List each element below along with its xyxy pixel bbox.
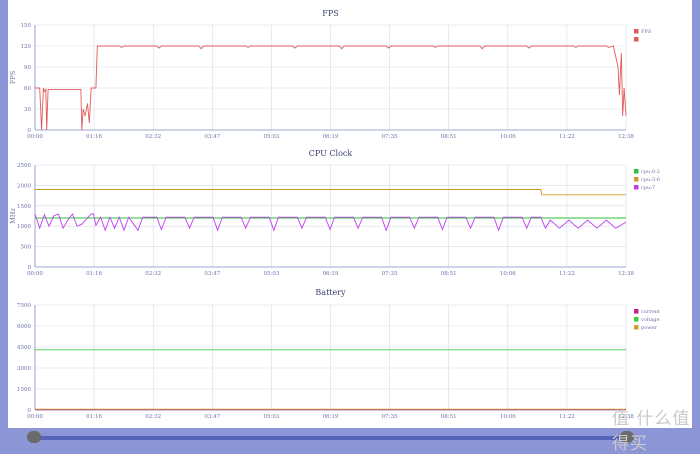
- chart0-ytick-label: 150: [21, 23, 32, 29]
- chart1-xtick-label: 00:00: [27, 271, 43, 277]
- chart0-ytick-label: 120: [21, 44, 32, 50]
- chart2-xtick-label: 05:03: [263, 414, 279, 420]
- chart2-ytick-label: 6000: [17, 324, 31, 330]
- chart2-xtick-label: 06:19: [323, 414, 339, 420]
- chart0-ylabel: FPS: [9, 71, 17, 84]
- chart1-legend-label-0: cpu:0-2: [641, 169, 660, 175]
- chart-panel: FPS 0 30 60 90 120 150 00:00 01:16 02:32 03:47 05:0…: [8, 0, 692, 428]
- chart2-title: Battery: [315, 288, 346, 297]
- chart0-xtick-label: 01:16: [86, 134, 102, 140]
- chart1-xtick-label: 01:16: [86, 271, 102, 277]
- chart0-xtick-label: 05:03: [263, 134, 279, 140]
- charts-svg: FPS030609012015000:00 01:16 02:32 03:47 05:0…: [9, 9, 660, 420]
- chart2-ytick-label: 4500: [17, 345, 31, 351]
- chart1-legend-swatch-0: [634, 169, 639, 174]
- chart0-xtick-label: 03:47: [204, 134, 220, 140]
- chart0-xtick-label: 11:22: [559, 134, 575, 140]
- chart2-ytick-label: 3000: [17, 366, 31, 372]
- chart1-xtick-label: 05:03: [263, 271, 279, 277]
- chart2-legend-swatch-1: [634, 317, 639, 322]
- chart0-ytick-label: 30: [24, 107, 31, 113]
- chart1-ytick-label: 1500: [17, 204, 31, 210]
- chart0-legend-label-0: FPS: [641, 29, 652, 35]
- chart0-xtick-label: 00:00: [27, 134, 43, 140]
- chart2-xtick-label: 03:47: [204, 414, 220, 420]
- chart2-legend-label-1: voltage: [640, 317, 660, 323]
- chart1-xtick-label: 03:47: [204, 271, 220, 277]
- chart2-xtick-label: 08:51: [441, 414, 457, 420]
- chart1-legend-swatch-2: [634, 185, 639, 190]
- chart2-legend-swatch-0: [634, 309, 639, 314]
- chart2-legend-swatch-2: [634, 325, 639, 330]
- chart2-legend-label-2: power: [641, 325, 657, 331]
- chart2-xtick-label: 02:32: [145, 414, 161, 420]
- chart1-ytick-label: 2500: [17, 163, 31, 169]
- chart1-xtick-label: 10:06: [500, 271, 516, 277]
- chart0-ytick-label: 60: [24, 86, 31, 92]
- chart0-legend-swatch-0: [634, 29, 639, 34]
- chart1-xtick-label: 06:19: [323, 271, 339, 277]
- chart1-title: CPU Clock: [309, 149, 353, 158]
- chart1-xtick-label: 12:38: [618, 271, 634, 277]
- chart0-ytick-label: 90: [24, 65, 31, 71]
- chart0-xtick-label: 02:32: [145, 134, 161, 140]
- chart2-xtick-label: 10:06: [500, 414, 516, 420]
- chart0-title: FPS: [322, 9, 338, 18]
- zoom-slider-left-handle[interactable]: [27, 431, 41, 443]
- chart0-xtick-label: 10:06: [500, 134, 516, 140]
- chart1-legend-label-1: cpu:3-6: [641, 177, 660, 183]
- chart1-xtick-label: 07:35: [382, 271, 398, 277]
- chart1-xtick-label: 02:32: [145, 271, 161, 277]
- chart0-legend-swatch-1: [634, 37, 639, 42]
- chart1-legend-swatch-1: [634, 177, 639, 182]
- watermark: 值 什么值得买: [612, 409, 691, 454]
- chart2-ytick-label: 7500: [17, 303, 31, 309]
- zoom-slider-bar[interactable]: [32, 436, 628, 440]
- chart2-ytick-label: 1500: [17, 387, 31, 393]
- chart1-ytick-label: 500: [21, 245, 32, 251]
- chart0-xtick-label: 12:38: [618, 134, 634, 140]
- chart0-xtick-label: 08:51: [441, 134, 457, 140]
- chart1-xtick-label: 08:51: [441, 271, 457, 277]
- chart0-xtick-label: 07:35: [382, 134, 398, 140]
- chart1-ylabel: MHz: [9, 208, 17, 224]
- chart2-xtick-label: 00:00: [27, 414, 43, 420]
- chart1-legend-label-2: cpu:7: [641, 185, 655, 191]
- chart1-ytick-label: 1000: [17, 224, 31, 230]
- chart0-xtick-label: 06:19: [323, 134, 339, 140]
- chart2-legend-label-0: current: [641, 309, 660, 315]
- chart1-xtick-label: 11:22: [559, 271, 575, 277]
- chart2-xtick-label: 07:35: [382, 414, 398, 420]
- chart2-xtick-label: 01:16: [86, 414, 102, 420]
- chart1-ytick-label: 2000: [17, 183, 31, 189]
- chart2-xtick-label: 11:22: [559, 414, 575, 420]
